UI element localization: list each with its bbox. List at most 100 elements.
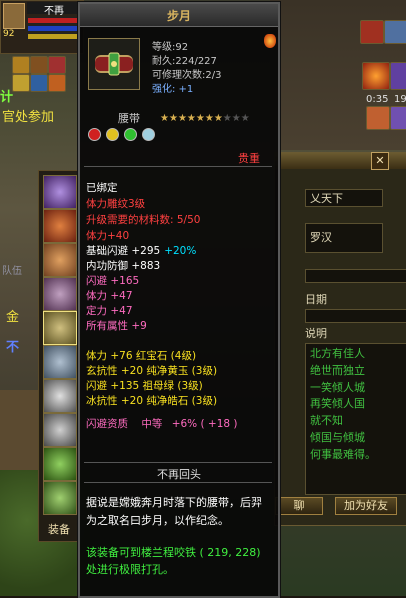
item-repairs: 可修理次数:2/3 <box>152 70 222 81</box>
equip-slot-gloves[interactable] <box>43 277 77 311</box>
gem-bonus-line-text: 冰抗性 +20 纯净皓石 (3级) <box>86 395 218 407</box>
rage-bar <box>27 33 81 40</box>
bound-status: 已绑定 <box>86 182 118 194</box>
equip-slot-ring[interactable] <box>43 379 77 413</box>
item-type: 腰带 <box>118 112 140 125</box>
gem-sockets <box>88 128 155 141</box>
gem-bonus-list: 体力 +76 红宝石 (4级) 玄抗性 +20 纯净黄玉 (3级) 闪避 +135 … <box>86 349 217 409</box>
fire-icon <box>264 34 276 48</box>
fire-skill-icon[interactable] <box>362 62 390 90</box>
equip-slot-boots[interactable] <box>43 345 77 379</box>
attribute-line: 所有属性 +9 <box>86 319 196 334</box>
gem-bonus-line-text: 闪避 +135 祖母绿 (3级) <box>86 380 203 392</box>
side-label-team: 队伍 <box>2 266 22 277</box>
ground-patch <box>0 390 40 470</box>
engraving: 体力雕纹3级 <box>86 198 146 210</box>
buff-icon[interactable] <box>30 74 48 92</box>
equip-slot-charm[interactable] <box>43 209 77 243</box>
description-line: 北方有佳人 <box>310 347 365 360</box>
aptitude-label: 闪避资质 <box>86 418 128 430</box>
attribute-line: 基础闪避 +295 +20% <box>86 244 196 259</box>
attribute-line-text: 定力 +47 <box>86 305 133 317</box>
attribute-line-text: 体力+40 <box>86 230 130 242</box>
equipment-column: 装备 <box>38 170 80 542</box>
add-friend-button[interactable]: 加为好友 <box>335 497 397 515</box>
buff-icon[interactable] <box>12 74 30 92</box>
socket-hint: 该装备可到楼兰程咬铁 ( 219, 228) 处进行极限打孔。 <box>86 546 261 576</box>
star-empty-icon: ★ <box>222 113 232 124</box>
cooldown-timer: 19 <box>394 94 406 105</box>
star-filled-icon: ★ <box>213 113 223 124</box>
player-level: 92 <box>3 29 15 39</box>
item-level: 等级:92 <box>152 42 189 53</box>
aptitude-grade: 中等 <box>141 418 163 430</box>
cooldown-timer: 0:35 <box>366 94 389 105</box>
buff-icon[interactable] <box>12 56 30 74</box>
divider <box>84 462 272 463</box>
equip-slot-bracer[interactable] <box>43 243 77 277</box>
title-field[interactable]: 罗汉 <box>305 223 383 253</box>
skill-icon[interactable] <box>366 106 390 130</box>
close-button[interactable]: ✕ <box>371 152 389 170</box>
description-line: 再笑倾人国 <box>310 397 365 411</box>
npc-label: 官处参加 <box>2 110 55 125</box>
gem-bonus-line: 冰抗性 +20 纯净皓石 (3级) <box>86 394 217 409</box>
description-line: 一笑倾人城 <box>310 380 365 394</box>
chat-button[interactable]: 聊 <box>275 497 323 515</box>
star-filled-icon: ★ <box>195 113 205 124</box>
skill-icon[interactable] <box>360 20 384 44</box>
equip-slot-jade[interactable] <box>43 481 77 515</box>
aptitude-value: +6% ( +18 ) <box>171 418 238 430</box>
attribute-list: 体力+40 基础闪避 +295 +20% 内功防御 +883 闪避 +165 体力 +47… <box>86 229 196 334</box>
attribute-line: 闪避 +165 <box>86 274 196 289</box>
side-label-blue: 不 <box>6 340 20 355</box>
description-line: 就不知 <box>310 414 343 428</box>
attribute-line: 体力+40 <box>86 229 196 244</box>
value-label: 贵重 <box>238 152 260 165</box>
topaz-gem-icon <box>106 128 119 141</box>
attribute-line-text: 所有属性 +9 <box>86 320 147 332</box>
description-line: 何事最难得。 <box>310 447 376 461</box>
attribute-line-bonus: +20% <box>164 245 197 257</box>
star-rating: ★★★★★★★★★★ <box>160 111 250 124</box>
mp-bar <box>27 25 81 32</box>
attribute-line-text: 闪避 +165 <box>86 275 140 287</box>
star-filled-icon: ★ <box>160 113 169 124</box>
equip-tab-label[interactable]: 装备 <box>43 521 75 537</box>
gem-bonus-line: 闪避 +135 祖母绿 (3级) <box>86 379 217 394</box>
buff-icon[interactable] <box>48 56 66 74</box>
buff-icon[interactable] <box>30 56 48 74</box>
aptitude-line: 闪避资质 中等 +6% ( +18 ) <box>86 417 238 432</box>
npc-label-fragment: 计 <box>0 90 14 105</box>
star-empty-icon: ★ <box>240 113 250 124</box>
name-field[interactable]: 乂天下 <box>305 189 383 207</box>
equip-slot-belt[interactable] <box>43 311 77 345</box>
skill-icon[interactable] <box>390 106 406 130</box>
skill-icon[interactable] <box>390 62 406 90</box>
divider <box>84 166 272 167</box>
divider <box>84 482 272 483</box>
diamond-gem-icon <box>142 128 155 141</box>
skill-icon[interactable] <box>384 20 406 44</box>
star-filled-icon: ★ <box>168 113 178 124</box>
ruby-gem-icon <box>88 128 101 141</box>
item-icon <box>88 38 140 90</box>
date-label: 日期 <box>305 293 327 306</box>
buff-icon[interactable] <box>48 74 66 92</box>
empty-field[interactable] <box>305 269 406 283</box>
attribute-line-text: 基础闪避 +295 <box>86 245 161 257</box>
date-field[interactable] <box>305 309 406 323</box>
equip-slot-ring[interactable] <box>43 413 77 447</box>
player-portrait <box>3 3 25 29</box>
equip-slot-jade[interactable] <box>43 447 77 481</box>
equip-slot-amulet[interactable] <box>43 175 77 209</box>
attribute-line: 定力 +47 <box>86 304 196 319</box>
description-line: 倾国与倾城 <box>310 430 365 444</box>
star-empty-icon: ★ <box>231 113 241 124</box>
player-frame[interactable]: 不再 92 <box>0 0 84 54</box>
star-filled-icon: ★ <box>177 113 187 124</box>
item-enhance: 强化: +1 <box>152 84 194 95</box>
set-name: 不再回头 <box>157 468 201 481</box>
description-line: 绝世而独立 <box>310 363 365 377</box>
description-box: 北方有佳人绝世而独立一笑倾人城再笑倾人国就不知倾国与倾城何事最难得。 <box>305 343 406 495</box>
